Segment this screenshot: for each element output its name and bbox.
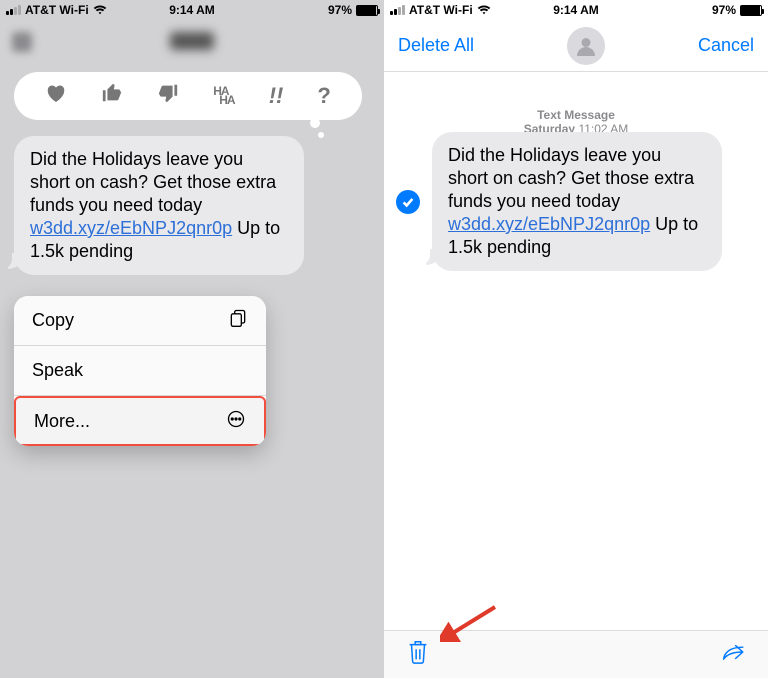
selection-checkmark[interactable] — [396, 190, 420, 214]
tapback-thumbs-down-icon[interactable] — [157, 82, 179, 110]
battery-pct: 97% — [328, 3, 352, 17]
cellular-signal-icon — [390, 5, 405, 15]
message-bubble[interactable]: Did the Holidays leave you short on cash… — [432, 132, 722, 271]
trash-button[interactable] — [406, 639, 430, 670]
nav-bar-blurred — [0, 20, 384, 65]
cellular-signal-icon — [6, 5, 21, 15]
forward-button[interactable] — [722, 639, 746, 670]
wifi-icon — [93, 4, 107, 16]
menu-copy-label: Copy — [32, 310, 74, 331]
menu-speak-label: Speak — [32, 360, 83, 381]
carrier-label: AT&T Wi-Fi — [25, 3, 89, 17]
delete-all-button[interactable]: Delete All — [398, 35, 474, 56]
message-text-1: Did the Holidays leave you short on cash… — [30, 149, 276, 215]
battery-icon — [356, 5, 378, 16]
carrier-label: AT&T Wi-Fi — [409, 3, 473, 17]
menu-speak[interactable]: Speak — [14, 346, 266, 396]
menu-copy[interactable]: Copy — [14, 296, 266, 346]
title-blurred — [170, 32, 214, 50]
battery-icon — [740, 5, 762, 16]
status-time: 9:14 AM — [169, 3, 215, 17]
status-bar: AT&T Wi-Fi 9:14 AM 97% — [384, 0, 768, 20]
status-time: 9:14 AM — [553, 3, 599, 17]
menu-more[interactable]: More... — [14, 396, 266, 446]
more-icon — [226, 409, 246, 434]
copy-icon — [228, 308, 248, 333]
bottom-toolbar — [384, 630, 768, 678]
context-menu: Copy Speak More... — [14, 296, 266, 446]
tapback-heart-icon[interactable] — [45, 83, 67, 109]
status-bar: AT&T Wi-Fi 9:14 AM 97% — [0, 0, 384, 20]
message-type-label: Text Message — [384, 108, 768, 122]
menu-more-label: More... — [34, 411, 90, 432]
edit-nav-bar: Delete All Cancel — [384, 20, 768, 72]
tapback-haha-icon[interactable]: HAHA — [213, 87, 234, 105]
message-bubble[interactable]: Did the Holidays leave you short on cash… — [14, 136, 304, 275]
wifi-icon — [477, 4, 491, 16]
message-link[interactable]: w3dd.xyz/eEbNPJ2qnr0p — [448, 214, 650, 234]
message-link[interactable]: w3dd.xyz/eEbNPJ2qnr0p — [30, 218, 232, 238]
right-screenshot: AT&T Wi-Fi 9:14 AM 97% Delete All Cancel… — [384, 0, 768, 678]
message-text-1: Did the Holidays leave you short on cash… — [448, 145, 694, 211]
tapback-thumbs-up-icon[interactable] — [101, 82, 123, 110]
battery-pct: 97% — [712, 3, 736, 17]
back-button-blurred — [12, 32, 32, 52]
left-screenshot: AT&T Wi-Fi 9:14 AM 97% HAHA !! ? D — [0, 0, 384, 678]
cancel-button[interactable]: Cancel — [698, 35, 754, 56]
tapback-question-icon[interactable]: ? — [317, 83, 330, 109]
tapback-bar: HAHA !! ? — [14, 72, 362, 120]
tapback-exclaim-icon[interactable]: !! — [269, 83, 284, 109]
contact-avatar[interactable] — [567, 27, 605, 65]
